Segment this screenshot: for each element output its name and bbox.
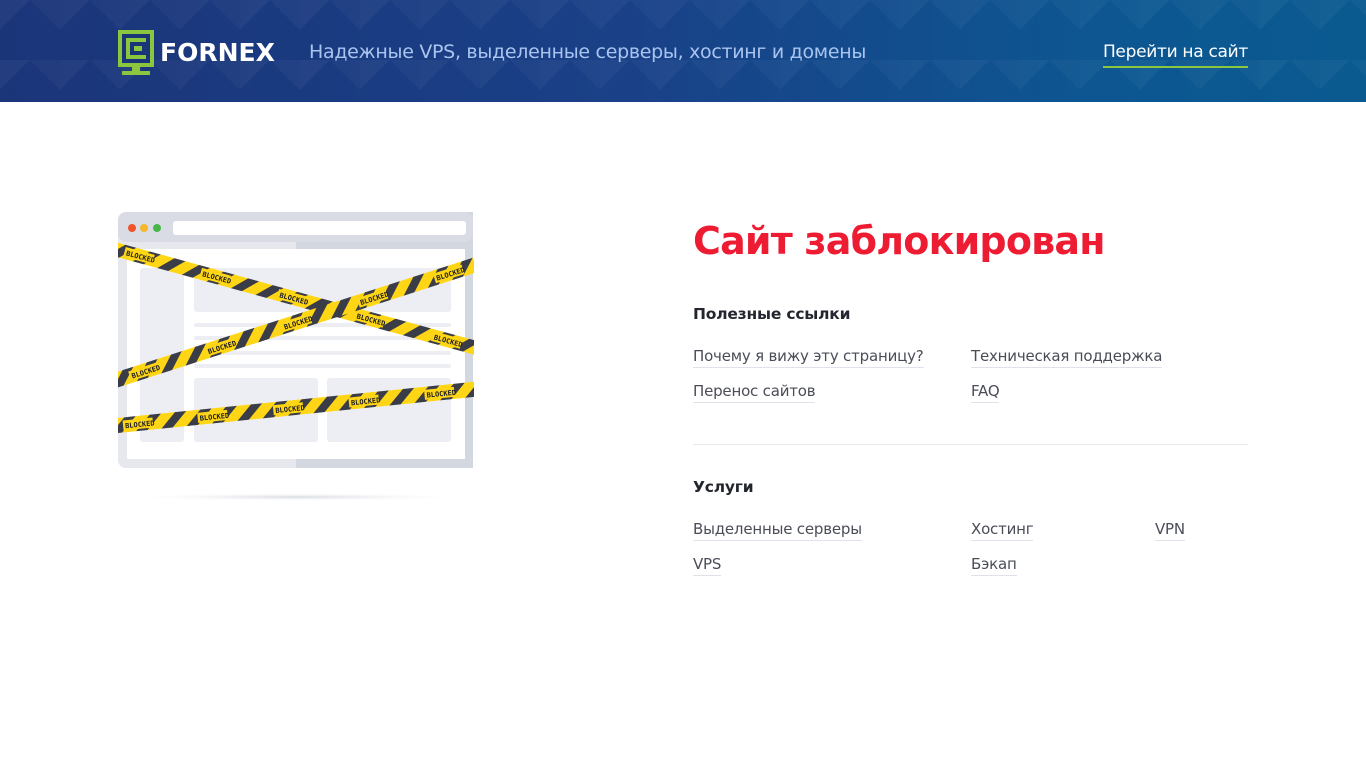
browser-dot-green [153,224,161,232]
site-header: FORNEX Надежные VPS, выделенные серверы,… [0,0,1366,102]
link-backup[interactable]: Бэкап [971,553,1017,576]
content-line [194,364,451,368]
header-tagline: Надежные VPS, выделенные серверы, хостин… [309,41,867,63]
useful-links-list: Почему я вижу эту страницу? Техническая … [693,345,1248,405]
illustration-shadow [118,493,474,501]
browser-dot-yellow [140,224,148,232]
link-vpn[interactable]: VPN [1155,518,1185,541]
logo-text: FORNEX [160,38,275,67]
blocked-content: Сайт заблокирован Полезные ссылки Почему… [693,213,1248,576]
logo[interactable]: FORNEX [118,30,275,75]
link-vps[interactable]: VPS [693,553,721,576]
blocked-browser-illustration: BLOCKED BLOCKED BLOCKED BLOCKED BLOCKED … [118,212,474,501]
link-dedicated-servers[interactable]: Выделенные серверы [693,518,862,541]
link-tech-support[interactable]: Техническая поддержка [971,345,1162,368]
useful-links-heading: Полезные ссылки [693,305,851,323]
link-site-transfer[interactable]: Перенос сайтов [693,380,816,403]
content-line [194,351,451,355]
fornex-logo-icon [118,30,154,75]
link-why-this-page[interactable]: Почему я вижу эту страницу? [693,345,924,368]
page-title: Сайт заблокирован [693,219,1105,263]
link-faq[interactable]: FAQ [971,380,1000,403]
link-hosting[interactable]: Хостинг [971,518,1034,541]
browser-dot-red [128,224,136,232]
goto-site-link[interactable]: Перейти на сайт [1102,39,1248,68]
section-divider [693,444,1248,445]
browser-address-bar [173,221,466,235]
services-list: Выделенные серверы Хостинг VPN VPS Бэкап [693,518,1248,578]
services-heading: Услуги [693,478,754,496]
